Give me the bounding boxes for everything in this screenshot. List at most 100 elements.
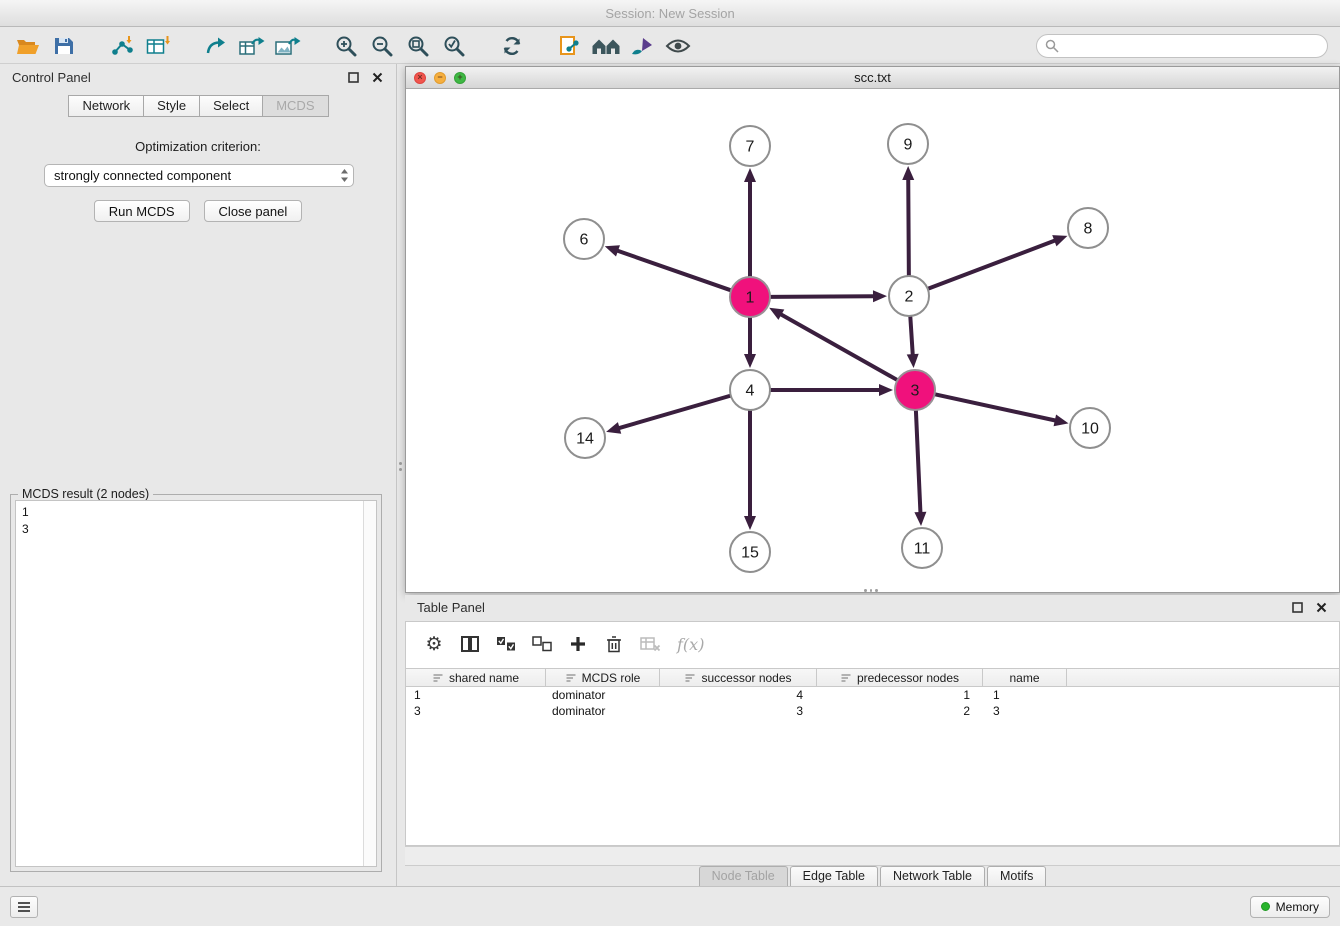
toolbar-separator	[532, 31, 550, 61]
show-panel-list-button[interactable]	[10, 896, 38, 918]
edge-arrowhead-icon	[744, 516, 756, 530]
cell-mcds-role[interactable]: dominator	[546, 703, 660, 719]
delete-table-button[interactable]	[640, 634, 661, 654]
zoom-selected-button[interactable]	[438, 31, 470, 61]
column-header-successor-nodes[interactable]: successor nodes	[660, 669, 817, 686]
column-header-predecessor-nodes[interactable]: predecessor nodes	[817, 669, 983, 686]
network-graph: 7968124314101511	[406, 89, 1339, 592]
graph-edge-3-11[interactable]	[916, 411, 920, 512]
close-control-panel-button[interactable]	[370, 71, 384, 85]
horizontal-splitter-handle[interactable]	[864, 589, 878, 593]
memory-button[interactable]: Memory	[1250, 896, 1330, 918]
import-table-button[interactable]	[142, 31, 174, 61]
unselect-all-columns-button[interactable]	[532, 634, 552, 654]
cell-shared-name[interactable]: 3	[406, 703, 546, 719]
create-column-button[interactable]	[568, 634, 588, 654]
cell-mcds-role[interactable]: dominator	[546, 687, 660, 703]
tab-network[interactable]: Network	[68, 95, 144, 117]
control-panel: Control Panel Network Style Select MCDS …	[0, 64, 397, 886]
float-panel-button[interactable]	[346, 71, 360, 85]
cell-name[interactable]: 3	[983, 703, 1067, 719]
graph-edge-2-8[interactable]	[929, 241, 1055, 289]
cell-successor-nodes[interactable]: 4	[660, 687, 817, 703]
edge-arrowhead-icon	[744, 354, 756, 368]
close-panel-action-button[interactable]: Close panel	[204, 200, 303, 222]
delete-column-button[interactable]	[604, 634, 624, 654]
export-image-button[interactable]	[272, 31, 304, 61]
new-network-from-selection-button[interactable]	[200, 31, 232, 61]
zoom-selected-icon	[443, 35, 465, 57]
tab-network-table[interactable]: Network Table	[880, 866, 985, 886]
open-session-button[interactable]	[12, 31, 44, 61]
graph-edge-1-6[interactable]	[618, 251, 730, 290]
graph-node-label: 6	[580, 232, 589, 249]
select-all-columns-button[interactable]	[496, 634, 516, 654]
graph-node-label: 3	[911, 383, 920, 400]
tab-edge-table[interactable]: Edge Table	[790, 866, 878, 886]
cell-name[interactable]: 1	[983, 687, 1067, 703]
cell-predecessor-nodes[interactable]: 2	[817, 703, 983, 719]
table-settings-button[interactable]: ⚙	[424, 634, 444, 654]
table-row[interactable]: 3 dominator 3 2 3	[406, 703, 1339, 719]
graph-edge-3-10[interactable]	[936, 394, 1055, 420]
graph-node-label: 14	[576, 431, 594, 448]
search-field[interactable]	[1036, 34, 1328, 58]
tab-select[interactable]: Select	[199, 95, 263, 117]
cell-predecessor-nodes[interactable]: 1	[817, 687, 983, 703]
mcds-result-list[interactable]: 1 3	[15, 500, 377, 867]
table-row[interactable]: 1 dominator 4 1 1	[406, 687, 1339, 703]
tab-node-table[interactable]: Node Table	[699, 866, 788, 886]
import-network-button[interactable]	[106, 31, 138, 61]
apply-layout-button[interactable]	[496, 31, 528, 61]
table-scrollbar-track[interactable]	[405, 846, 1340, 866]
close-window-button[interactable]: ×	[414, 72, 426, 84]
column-header-shared-name[interactable]: shared name	[406, 669, 546, 686]
vertical-splitter-handle[interactable]	[399, 462, 403, 474]
toolbar-separator	[178, 31, 196, 61]
zoom-in-button[interactable]	[330, 31, 362, 61]
zoom-fit-button[interactable]	[402, 31, 434, 61]
show-columns-button[interactable]	[460, 634, 480, 654]
eye-icon	[665, 38, 691, 54]
new-table-button[interactable]	[236, 31, 268, 61]
graph-edge-1-2[interactable]	[771, 296, 873, 297]
paintbrush-icon	[630, 36, 654, 56]
graph-node-label: 1	[746, 290, 755, 307]
graph-edge-3-1[interactable]	[781, 315, 896, 380]
minimize-window-button[interactable]: −	[434, 72, 446, 84]
cell-shared-name[interactable]: 1	[406, 687, 546, 703]
cell-successor-nodes[interactable]: 3	[660, 703, 817, 719]
list-icon	[17, 901, 31, 913]
column-header-mcds-role[interactable]: MCDS role	[546, 669, 660, 686]
open-folder-icon	[16, 36, 40, 56]
function-builder-button[interactable]: f(x)	[677, 634, 704, 654]
copy-network-button[interactable]	[554, 31, 586, 61]
maximize-window-button[interactable]: +	[454, 72, 466, 84]
save-session-button[interactable]	[48, 31, 80, 61]
criterion-dropdown[interactable]: strongly connected component	[44, 164, 354, 187]
home-networks-button[interactable]	[590, 31, 622, 61]
toolbar-separator	[308, 31, 326, 61]
network-window-titlebar[interactable]: scc.txt × − +	[406, 67, 1339, 89]
column-header-name[interactable]: name	[983, 669, 1067, 686]
network-canvas[interactable]: 7968124314101511	[406, 89, 1339, 592]
graph-edge-2-3[interactable]	[910, 317, 912, 354]
tab-mcds[interactable]: MCDS	[262, 95, 328, 117]
sort-icon	[684, 672, 696, 684]
tab-motifs[interactable]: Motifs	[987, 866, 1046, 886]
graph-node-label: 15	[741, 545, 759, 562]
float-table-panel-button[interactable]	[1290, 601, 1304, 615]
run-mcds-button[interactable]: Run MCDS	[94, 200, 190, 222]
search-input[interactable]	[1064, 39, 1319, 53]
zoom-out-button[interactable]	[366, 31, 398, 61]
result-scrollbar[interactable]	[363, 501, 376, 866]
style-brush-button[interactable]	[626, 31, 658, 61]
memory-button-label: Memory	[1276, 900, 1319, 914]
tab-style[interactable]: Style	[143, 95, 200, 117]
save-icon	[53, 36, 75, 56]
graph-edge-4-14[interactable]	[620, 396, 730, 428]
close-table-panel-button[interactable]	[1314, 601, 1328, 615]
graph-edge-2-9[interactable]	[908, 180, 909, 275]
show-hide-button[interactable]	[662, 31, 694, 61]
curved-arrow-icon	[205, 36, 227, 56]
